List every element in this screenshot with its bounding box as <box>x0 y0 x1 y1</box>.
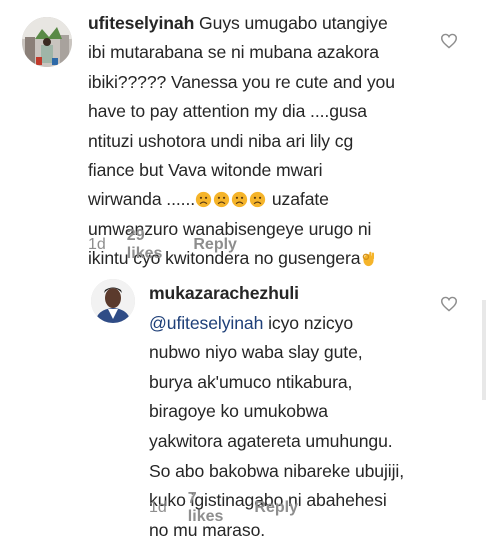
comment-text: ibiki????? Vanessa you re cute and you <box>88 71 395 92</box>
mention-link[interactable]: @ufiteselyinah <box>149 313 263 333</box>
sad-face-emoji <box>213 192 230 208</box>
comment-text: ntituzi ushotora undi niba ari lily cg <box>88 130 354 151</box>
comment-username[interactable]: ufiteselyinah <box>88 13 194 33</box>
ok-hand-emoji <box>363 251 375 267</box>
heart-outline-icon[interactable] <box>440 33 458 49</box>
likes-count[interactable]: 7 likes <box>188 490 224 526</box>
reply-button[interactable]: Reply <box>193 236 237 254</box>
reply-button[interactable]: Reply <box>254 499 298 517</box>
likes-count[interactable]: 29 likes <box>127 227 163 263</box>
comment-text: fiance but Vava witonde mwari <box>88 160 323 181</box>
sad-face-emoji <box>249 192 266 208</box>
comment-text: biragoye ko umukobwa <box>149 401 328 422</box>
avatar[interactable] <box>91 279 135 323</box>
heart-outline-icon[interactable] <box>440 296 458 312</box>
comment-text: Guys umugabo utangiye <box>199 13 388 33</box>
comment-text: yakwitora agatereta umuhungu. <box>149 430 393 451</box>
comment-text: ibi mutarabana se ni mubana azakora <box>88 42 379 63</box>
sad-face-emoji <box>195 192 212 208</box>
comment-text: have to pay attention my dia ....gusa <box>88 101 367 122</box>
comment-text: So abo bakobwa nibareke ubujiji, <box>149 460 405 481</box>
scrollbar[interactable] <box>482 300 486 400</box>
comment-time: 1d <box>88 236 106 253</box>
comment-meta: 1d 29 likes Reply <box>88 227 258 263</box>
comment-meta: 1d 7 likes Reply <box>149 490 319 526</box>
comment-text: icyo nzicyo <box>268 312 354 333</box>
comment-text: burya ak'umuco ntikabura, <box>149 371 353 392</box>
sad-face-emoji <box>231 192 248 208</box>
comment-time: 1d <box>149 499 167 516</box>
comment-text: nubwo niyo waba slay gute, <box>149 342 363 363</box>
comment-username[interactable]: mukazarachezhuli <box>149 279 439 309</box>
avatar[interactable] <box>22 17 72 67</box>
comment-text: wirwanda ...... <box>88 189 196 210</box>
comment-text: uzafate <box>271 189 329 210</box>
